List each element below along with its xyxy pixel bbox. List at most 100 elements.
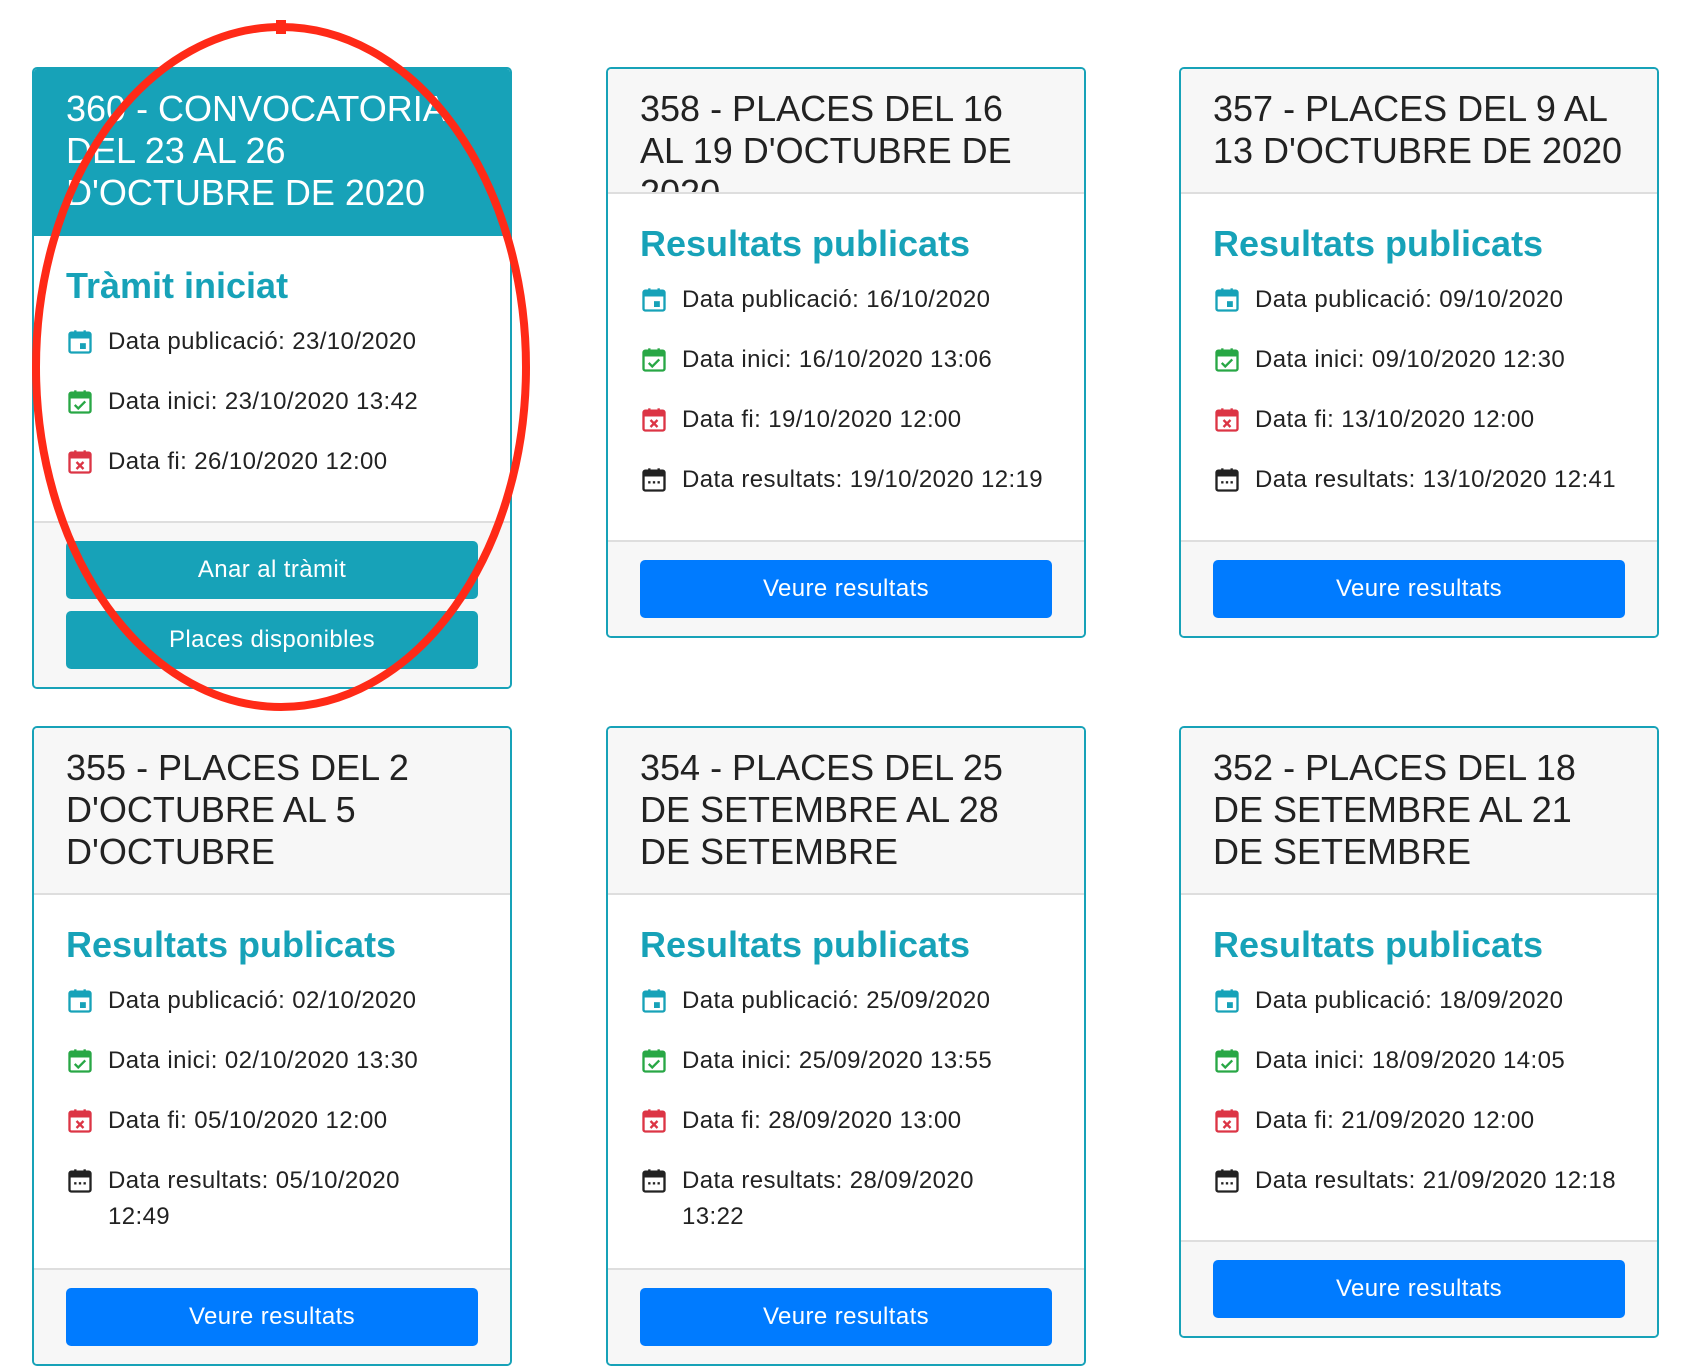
- date-fi: Data fi: 05/10/2020 12:00: [66, 1103, 478, 1139]
- veure-resultats-button[interactable]: Veure resultats: [66, 1288, 478, 1346]
- date-resultats: Data resultats: 21/09/2020 12:18: [1213, 1163, 1625, 1199]
- date-publicacio: Data publicació: 02/10/2020: [66, 983, 478, 1019]
- card-title: 360 - CONVOCATORIA DEL 23 AL 26 D'OCTUBR…: [34, 69, 510, 236]
- card-footer: Veure resultats: [1181, 540, 1657, 636]
- card-footer: Veure resultats: [608, 1268, 1084, 1364]
- calendar-dots-icon: [642, 468, 666, 492]
- date-text: Data fi: 05/10/2020 12:00: [108, 1107, 388, 1134]
- card-footer: Veure resultats: [34, 1268, 510, 1364]
- date-inici: Data inici: 23/10/2020 13:42: [66, 384, 478, 420]
- date-text: Data fi: 26/10/2020 12:00: [108, 448, 388, 475]
- calendar-dots-icon: [1215, 468, 1239, 492]
- calendar-check-icon: [68, 390, 92, 414]
- calendar-check-icon: [68, 1049, 92, 1073]
- date-text: Data resultats: 05/10/2020 12:49: [108, 1167, 400, 1230]
- veure-resultats-button[interactable]: Veure resultats: [640, 1288, 1052, 1346]
- calendar-x-icon: [68, 450, 92, 474]
- date-text: Data inici: 09/10/2020 12:30: [1255, 346, 1566, 373]
- card-title: 357 - PLACES DEL 9 AL 13 D'OCTUBRE DE 20…: [1181, 69, 1657, 194]
- date-text: Data inici: 25/09/2020 13:55: [682, 1047, 993, 1074]
- date-fi: Data fi: 19/10/2020 12:00: [640, 402, 1052, 438]
- date-text: Data fi: 28/09/2020 13:00: [682, 1107, 962, 1134]
- date-text: Data fi: 13/10/2020 12:00: [1255, 406, 1535, 433]
- convocatoria-card-355: 355 - PLACES DEL 2 D'OCTUBRE AL 5 D'OCTU…: [32, 726, 512, 1366]
- date-publicacio: Data publicació: 23/10/2020: [66, 324, 478, 360]
- date-inici: Data inici: 18/09/2020 14:05: [1213, 1043, 1625, 1079]
- status-label: Resultats publicats: [640, 223, 971, 264]
- convocatoria-card-352: 352 - PLACES DEL 18 DE SETEMBRE AL 21 DE…: [1179, 726, 1659, 1338]
- calendar-x-icon: [1215, 1109, 1239, 1133]
- places-disponibles-button[interactable]: Places disponibles: [66, 611, 478, 669]
- card-footer: Veure resultats: [1181, 1240, 1657, 1336]
- date-publicacio: Data publicació: 18/09/2020: [1213, 983, 1625, 1019]
- date-text: Data resultats: 19/10/2020 12:19: [682, 466, 1044, 493]
- calendar-dots-icon: [642, 1169, 666, 1193]
- calendar-check-icon: [642, 1049, 666, 1073]
- date-text: Data resultats: 28/09/2020 13:22: [682, 1167, 974, 1230]
- card-footer: Anar al tràmit Places disponibles: [34, 521, 510, 687]
- veure-resultats-button[interactable]: Veure resultats: [1213, 560, 1625, 618]
- card-footer: Veure resultats: [608, 540, 1084, 636]
- calendar-check-icon: [1215, 1049, 1239, 1073]
- date-inici: Data inici: 16/10/2020 13:06: [640, 342, 1052, 378]
- calendar-x-icon: [1215, 408, 1239, 432]
- card-body: Resultats publicats Data publicació: 09/…: [1181, 194, 1657, 498]
- date-text: Data resultats: 13/10/2020 12:41: [1255, 466, 1617, 493]
- date-text: Data fi: 19/10/2020 12:00: [682, 406, 962, 433]
- convocatoria-card-357: 357 - PLACES DEL 9 AL 13 D'OCTUBRE DE 20…: [1179, 67, 1659, 638]
- calendar-x-icon: [642, 408, 666, 432]
- calendar-x-icon: [642, 1109, 666, 1133]
- date-text: Data publicació: 25/09/2020: [682, 987, 991, 1014]
- date-resultats: Data resultats: 13/10/2020 12:41: [1213, 462, 1625, 498]
- calendar-icon: [68, 989, 92, 1013]
- card-body: Resultats publicats Data publicació: 02/…: [34, 895, 510, 1235]
- highlight-ellipse-tick: [276, 20, 286, 34]
- calendar-icon: [1215, 989, 1239, 1013]
- card-title: 352 - PLACES DEL 18 DE SETEMBRE AL 21 DE…: [1181, 728, 1657, 895]
- calendar-icon: [642, 288, 666, 312]
- anar-al-tramit-button[interactable]: Anar al tràmit: [66, 541, 478, 599]
- date-text: Data inici: 16/10/2020 13:06: [682, 346, 993, 373]
- date-inici: Data inici: 02/10/2020 13:30: [66, 1043, 478, 1079]
- status-label: Tràmit iniciat: [66, 265, 289, 306]
- date-publicacio: Data publicació: 09/10/2020: [1213, 282, 1625, 318]
- date-fi: Data fi: 28/09/2020 13:00: [640, 1103, 1052, 1139]
- status-label: Resultats publicats: [66, 924, 397, 965]
- date-text: Data resultats: 21/09/2020 12:18: [1255, 1167, 1617, 1194]
- date-text: Data publicació: 18/09/2020: [1255, 987, 1564, 1014]
- calendar-check-icon: [1215, 348, 1239, 372]
- veure-resultats-button[interactable]: Veure resultats: [1213, 1260, 1625, 1318]
- date-text: Data inici: 23/10/2020 13:42: [108, 388, 419, 415]
- card-body: Tràmit iniciat Data publicació: 23/10/20…: [34, 236, 510, 480]
- status-label: Resultats publicats: [1213, 924, 1544, 965]
- calendar-icon: [642, 989, 666, 1013]
- calendar-dots-icon: [68, 1169, 92, 1193]
- date-text: Data fi: 21/09/2020 12:00: [1255, 1107, 1535, 1134]
- card-body: Resultats publicats Data publicació: 18/…: [1181, 895, 1657, 1199]
- convocatoria-card-360: 360 - CONVOCATORIA DEL 23 AL 26 D'OCTUBR…: [32, 67, 512, 689]
- date-fi: Data fi: 13/10/2020 12:00: [1213, 402, 1625, 438]
- date-text: Data inici: 18/09/2020 14:05: [1255, 1047, 1566, 1074]
- calendar-icon: [1215, 288, 1239, 312]
- date-text: Data publicació: 16/10/2020: [682, 286, 991, 313]
- date-text: Data publicació: 23/10/2020: [108, 328, 417, 355]
- calendar-icon: [68, 330, 92, 354]
- date-fi: Data fi: 26/10/2020 12:00: [66, 444, 478, 480]
- date-text: Data inici: 02/10/2020 13:30: [108, 1047, 419, 1074]
- convocatories-grid: 360 - CONVOCATORIA DEL 23 AL 26 D'OCTUBR…: [0, 0, 1696, 1366]
- date-inici: Data inici: 09/10/2020 12:30: [1213, 342, 1625, 378]
- date-fi: Data fi: 21/09/2020 12:00: [1213, 1103, 1625, 1139]
- date-inici: Data inici: 25/09/2020 13:55: [640, 1043, 1052, 1079]
- date-text: Data publicació: 02/10/2020: [108, 987, 417, 1014]
- status-label: Resultats publicats: [1213, 223, 1544, 264]
- date-text: Data publicació: 09/10/2020: [1255, 286, 1564, 313]
- convocatoria-card-358: 358 - PLACES DEL 16 AL 19 D'OCTUBRE DE 2…: [606, 67, 1086, 638]
- card-body: Resultats publicats Data publicació: 25/…: [608, 895, 1084, 1235]
- card-title: 355 - PLACES DEL 2 D'OCTUBRE AL 5 D'OCTU…: [34, 728, 510, 895]
- convocatoria-card-354: 354 - PLACES DEL 25 DE SETEMBRE AL 28 DE…: [606, 726, 1086, 1366]
- veure-resultats-button[interactable]: Veure resultats: [640, 560, 1052, 618]
- card-title: 358 - PLACES DEL 16 AL 19 D'OCTUBRE DE 2…: [608, 69, 1084, 194]
- card-title: 354 - PLACES DEL 25 DE SETEMBRE AL 28 DE…: [608, 728, 1084, 895]
- date-publicacio: Data publicació: 25/09/2020: [640, 983, 1052, 1019]
- status-label: Resultats publicats: [640, 924, 971, 965]
